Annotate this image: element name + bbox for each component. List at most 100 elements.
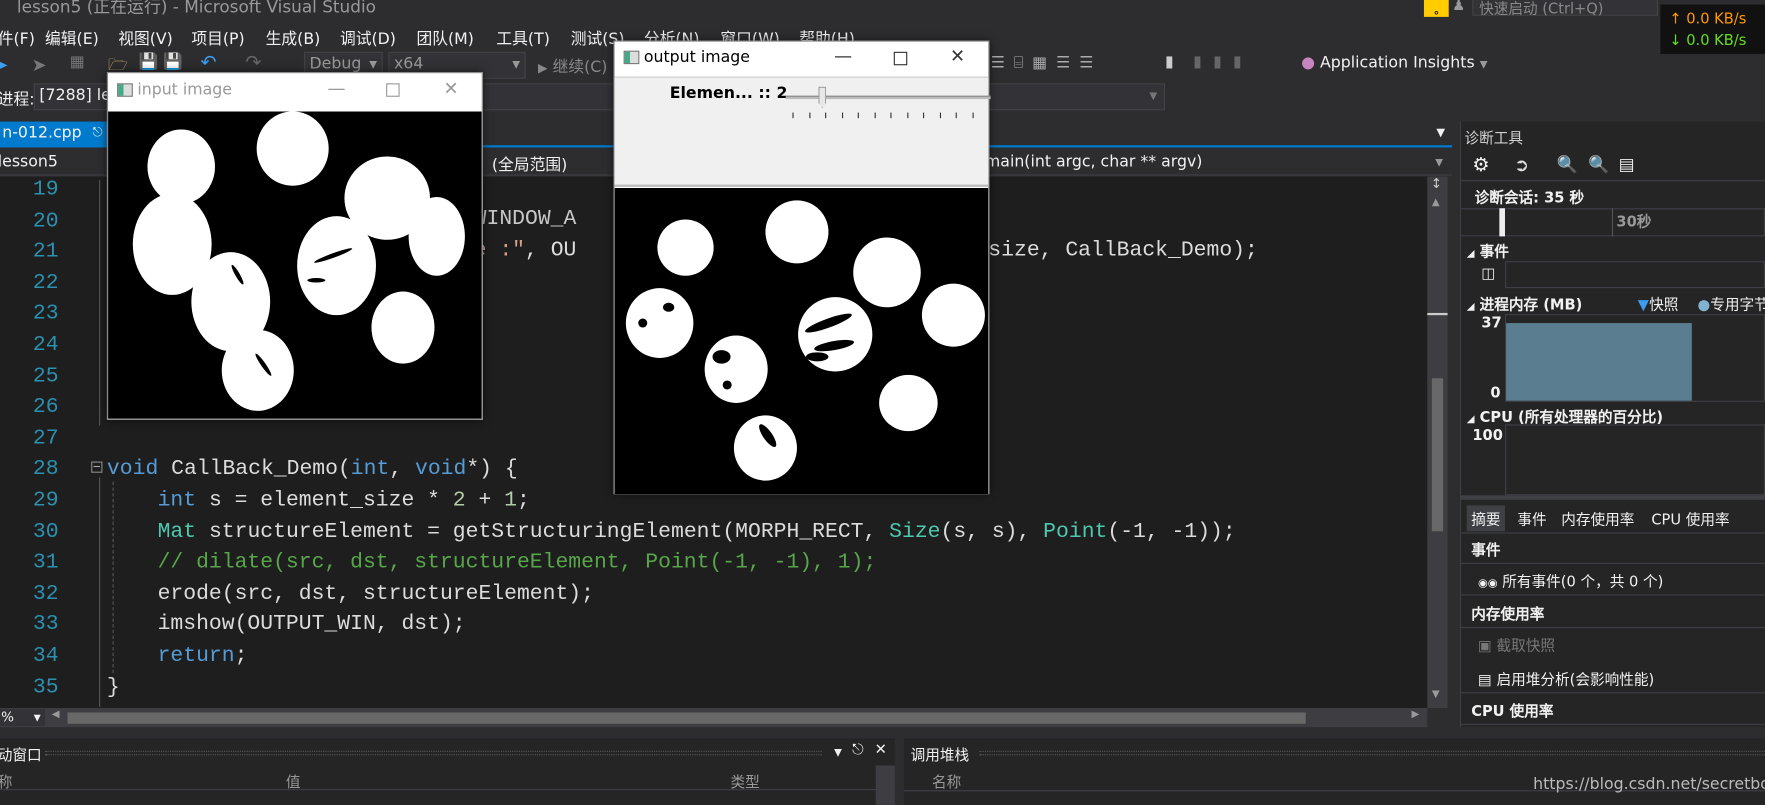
- scroll-right-icon[interactable]: ▶: [1412, 709, 1420, 720]
- tick-mark: [808, 112, 810, 119]
- menu-item[interactable]: 团队(M): [416, 27, 473, 50]
- memory-area: [1506, 323, 1692, 401]
- session-duration: 诊断会话: 35 秒: [1474, 190, 1585, 208]
- navigate-forward-icon[interactable]: ➤: [32, 54, 47, 75]
- line-number: 30: [32, 518, 59, 544]
- memory-max-label: 37: [1481, 315, 1502, 333]
- locals-scrollbar[interactable]: [875, 765, 895, 805]
- zoom-out-icon[interactable]: 🔍: [1588, 154, 1609, 174]
- collapse-triangle-icon: ◢: [1466, 414, 1475, 426]
- column-header-name[interactable]: 称: [0, 770, 12, 791]
- output-image-window[interactable]: output image — ✕ Elemen... :: 2: [613, 40, 991, 495]
- chevron-down-icon: ▼: [369, 59, 378, 71]
- tick-mark: [939, 112, 941, 119]
- zoom-dropdown[interactable]: % ▼: [0, 709, 46, 727]
- trackbar-label: Elemen... :: 2: [669, 84, 788, 103]
- events-section-label: 事件: [1479, 244, 1509, 262]
- bookmark-nav-icons[interactable]: ▮▮▮: [1193, 53, 1253, 71]
- panel-menu-icon[interactable]: ▼: [834, 747, 842, 758]
- close-button[interactable]: ✕: [444, 78, 459, 99]
- network-monitor: ↑ 0.0 KB/s ↓ 0.0 KB/s: [1660, 4, 1765, 55]
- tab-list-dropdown-icon[interactable]: ▼: [1436, 127, 1445, 139]
- legend-snapshot: ▼快照: [1638, 293, 1679, 314]
- blob-hole: [722, 380, 732, 390]
- menu-item[interactable]: 视图(V): [118, 27, 173, 50]
- save-all-icon[interactable]: 💾: [163, 53, 183, 71]
- indent-guide: [99, 180, 101, 426]
- save-icon[interactable]: 💾: [138, 53, 158, 71]
- window-title: output image: [643, 48, 750, 67]
- settings-gear-icon[interactable]: ⚙: [1472, 154, 1489, 177]
- scroll-left-icon[interactable]: ◀: [52, 709, 60, 720]
- function-dropdown[interactable]: main(int argc, char ** argv): [985, 153, 1203, 171]
- continue-button[interactable]: ▶ 继续(C): [538, 55, 607, 78]
- diagnostics-tab[interactable]: 内存使用率: [1557, 505, 1639, 531]
- menu-item[interactable]: 生成(B): [266, 27, 321, 50]
- undo-icon[interactable]: ↶: [200, 52, 216, 75]
- code-line: int s = element_size * 2 + 1;: [158, 487, 530, 512]
- application-insights-button[interactable]: ● Application Insights ▼: [1301, 54, 1487, 72]
- new-project-icon[interactable]: ▦: [70, 53, 85, 71]
- quick-launch-input[interactable]: 快速启动 (Ctrl+Q): [1472, 0, 1659, 18]
- timeline-marker[interactable]: [1499, 208, 1505, 237]
- line-number: 29: [32, 487, 59, 513]
- minimize-button[interactable]: —: [834, 45, 852, 66]
- zoom-in-icon[interactable]: 🔍: [1557, 154, 1578, 174]
- input-image-window[interactable]: input image — ✕: [106, 72, 483, 420]
- diagnostics-tab[interactable]: 事件: [1513, 505, 1551, 531]
- chart-settings-icon[interactable]: ▤: [1619, 154, 1635, 174]
- column-header-name[interactable]: 名称: [932, 770, 961, 791]
- zoom-value: %: [1, 709, 14, 725]
- bookmark-icon[interactable]: ▮: [1165, 53, 1174, 71]
- column-header-type[interactable]: 类型: [731, 770, 760, 791]
- events-track-icon: ◫: [1481, 265, 1496, 283]
- blob-hole: [638, 318, 648, 328]
- watermark: https://blog.csdn.net/secretboys: [1533, 775, 1765, 794]
- chevron-down-icon: ▼: [1149, 91, 1158, 103]
- collapse-icon[interactable]: −: [91, 461, 103, 473]
- column-header-value[interactable]: 值: [286, 770, 301, 791]
- tab-file[interactable]: n-012.cpp ⎋: [0, 121, 107, 147]
- heap-profiling-button[interactable]: ▤ 启用堆分析(会影响性能): [1478, 668, 1654, 689]
- user-icon[interactable]: ♟: [1452, 0, 1465, 15]
- scrollbar-thumb[interactable]: [1431, 378, 1444, 532]
- debug-toolbar-icons[interactable]: ☰⌸▦☰☰: [991, 54, 1103, 72]
- navigate-back-icon[interactable]: ➤: [0, 54, 8, 75]
- horizontal-scrollbar-thumb[interactable]: [67, 712, 1306, 724]
- export-icon[interactable]: ➲: [1514, 154, 1529, 175]
- all-events-link[interactable]: ◉◉ 所有事件(0 个，共 0 个): [1478, 570, 1663, 591]
- menu-item[interactable]: 调试(D): [340, 27, 396, 50]
- events-section-header[interactable]: ◢ 事件: [1467, 240, 1509, 261]
- code-token: 1: [504, 487, 518, 513]
- scope-dropdown[interactable]: (全局范围): [492, 153, 567, 176]
- feedback-button[interactable]: ˳: [1423, 0, 1449, 17]
- close-icon[interactable]: ✕: [875, 742, 887, 759]
- memory-section-label: 进程内存 (MB): [1479, 297, 1583, 315]
- diagnostics-tab[interactable]: CPU 使用率: [1647, 505, 1734, 531]
- output-image: [614, 187, 989, 495]
- minimize-button[interactable]: —: [328, 78, 346, 99]
- split-icon[interactable]: ↕: [1431, 176, 1442, 192]
- blob: [147, 129, 215, 204]
- close-button[interactable]: ✕: [950, 45, 965, 66]
- maximize-button[interactable]: [893, 51, 908, 66]
- menu-item[interactable]: 项目(P): [191, 27, 244, 50]
- project-dropdown[interactable]: lesson5: [0, 153, 58, 171]
- memory-section-header[interactable]: ◢ 进程内存 (MB): [1467, 293, 1583, 314]
- redo-icon[interactable]: ↷: [245, 52, 261, 75]
- menu-item[interactable]: 工具(T): [496, 27, 549, 50]
- scroll-down-icon[interactable]: ▼: [1432, 689, 1440, 700]
- code-line: return;: [158, 643, 248, 668]
- maximize-button[interactable]: [386, 83, 400, 97]
- blob: [657, 219, 714, 276]
- menu-item[interactable]: 编辑(E): [45, 27, 99, 50]
- diagnostics-tab[interactable]: 摘要: [1466, 505, 1505, 532]
- pin-icon[interactable]: ⎋: [852, 742, 864, 759]
- divider: [1459, 594, 1765, 596]
- chevron-down-icon[interactable]: ▼: [1435, 158, 1443, 169]
- menu-item[interactable]: 件(F): [0, 27, 35, 50]
- take-snapshot-button[interactable]: ▣ 截取快照: [1478, 634, 1555, 655]
- scroll-up-icon[interactable]: ▲: [1432, 197, 1440, 208]
- splitter[interactable]: [1459, 495, 1765, 500]
- trackbar-track[interactable]: [785, 95, 991, 100]
